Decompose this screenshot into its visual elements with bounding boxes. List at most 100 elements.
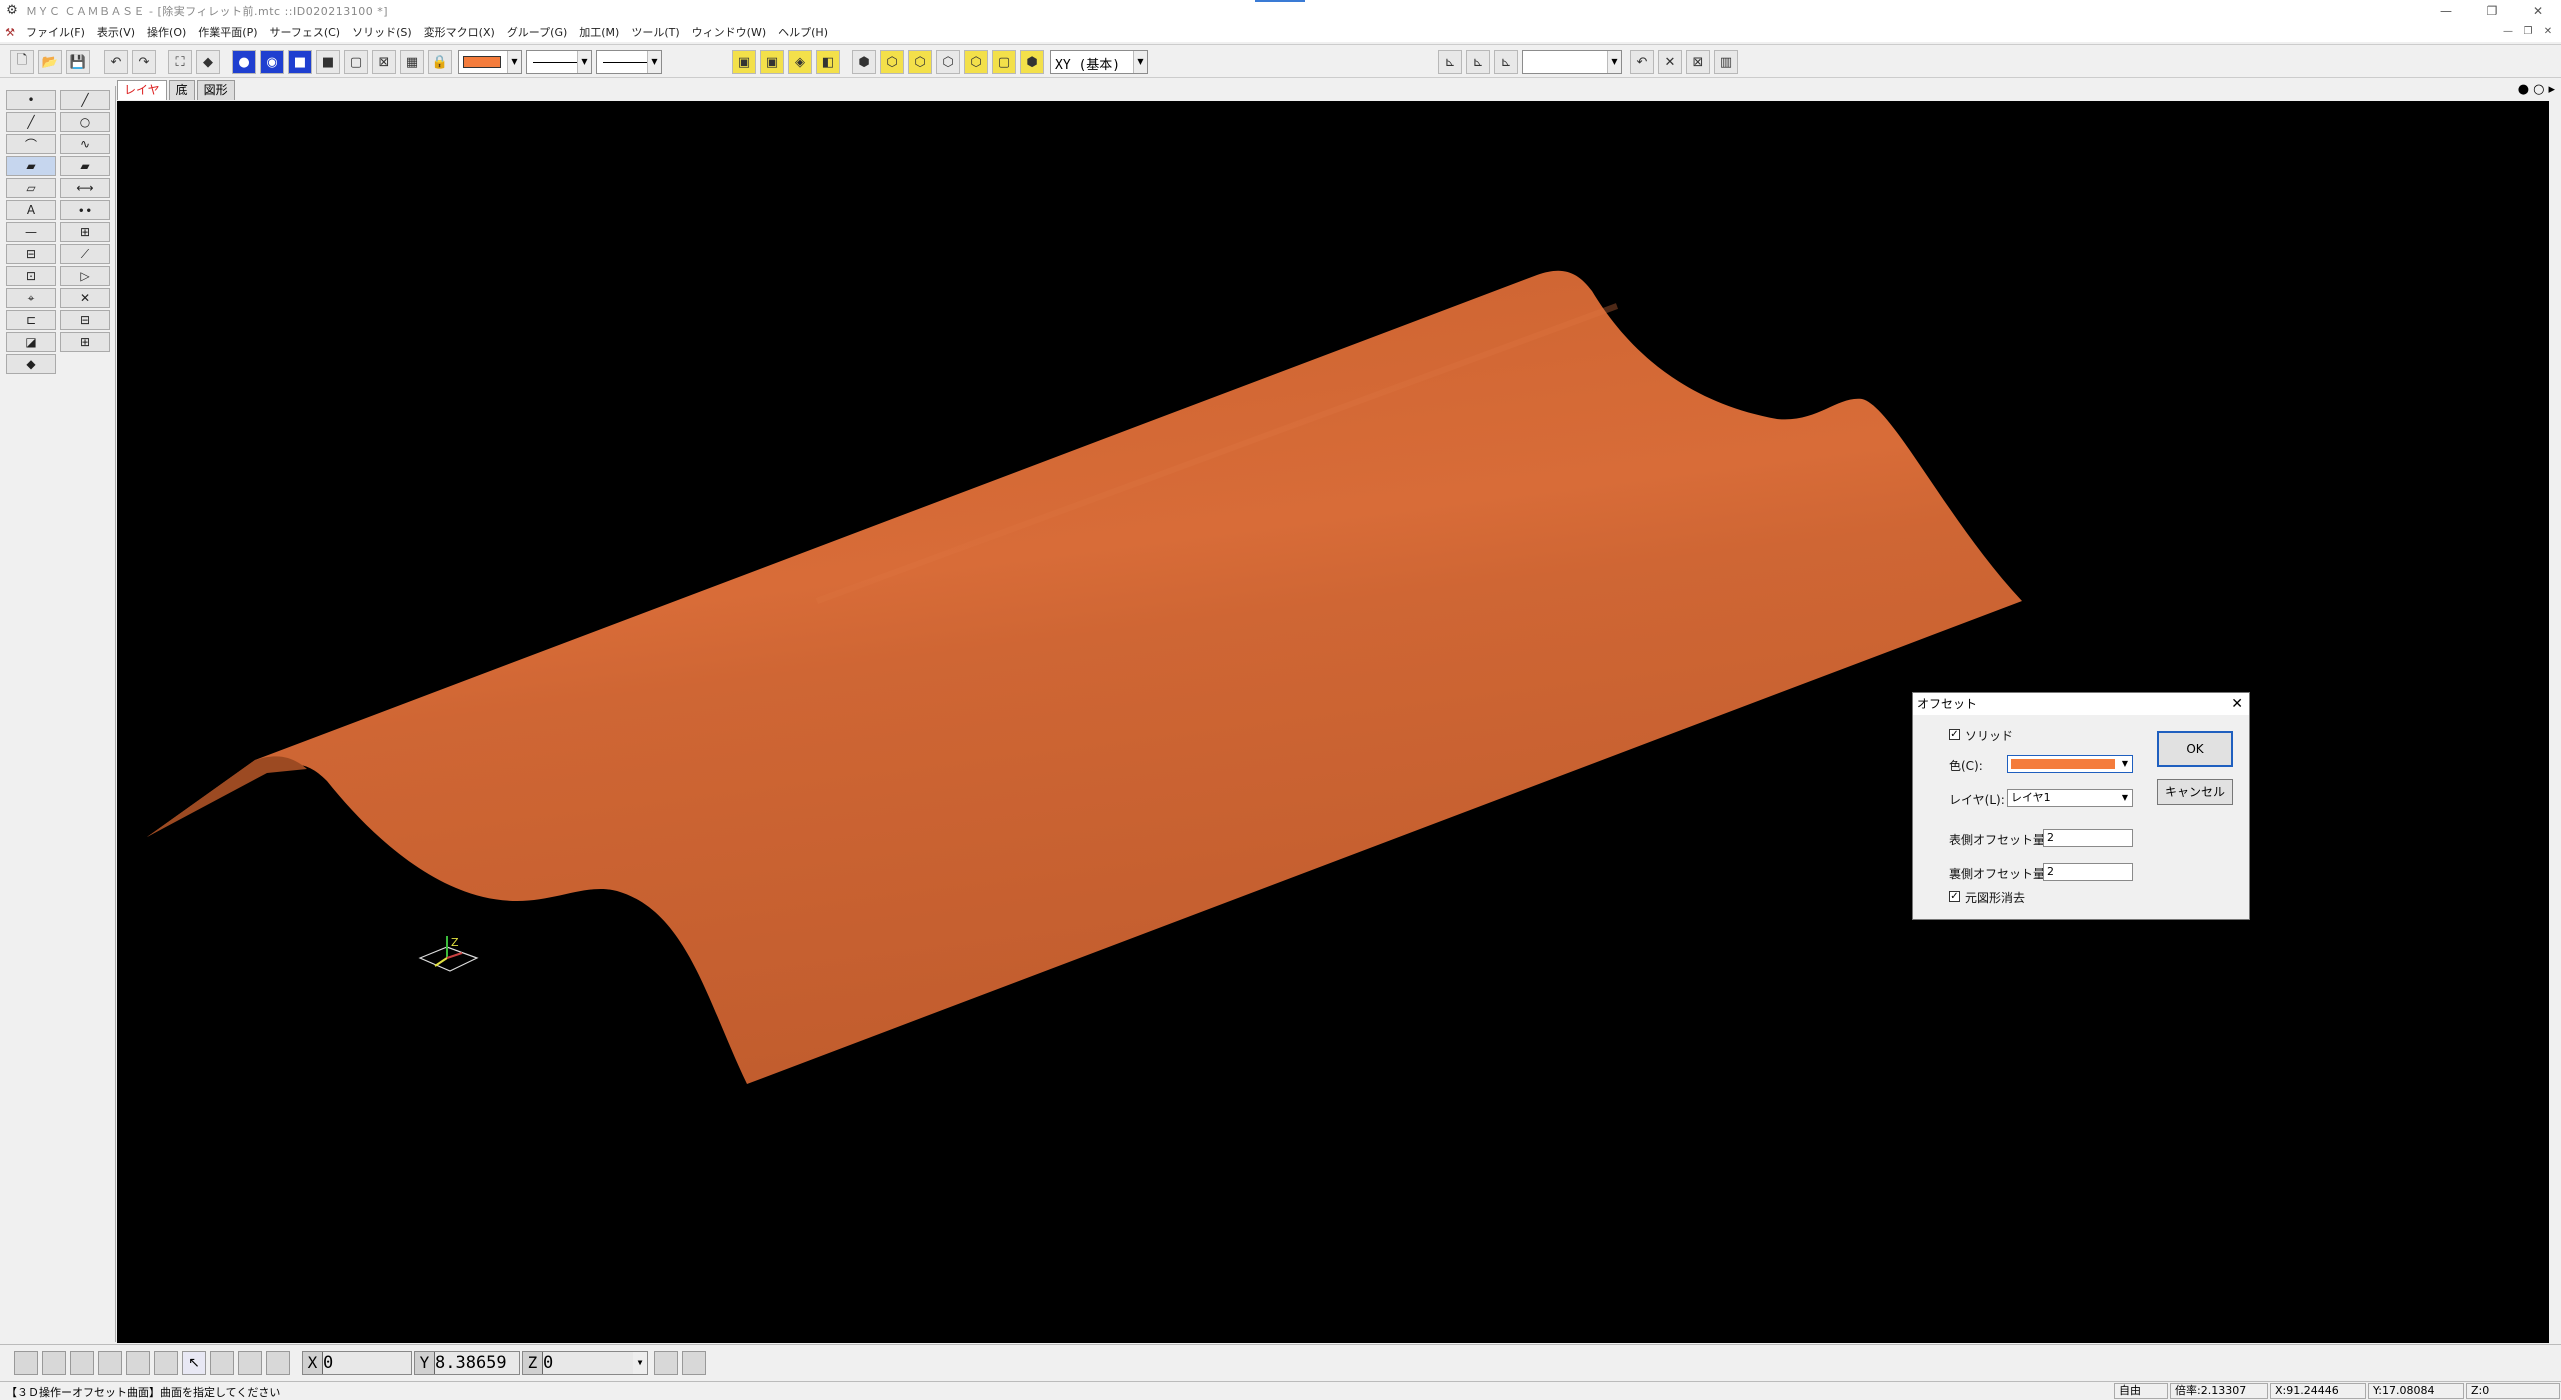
back-offset-input[interactable]: 2 xyxy=(2043,863,2133,881)
redo-icon[interactable]: ↷ xyxy=(132,50,156,74)
menu-view[interactable]: 表示(V) xyxy=(91,24,141,40)
back-icon[interactable]: ↶ xyxy=(1630,50,1654,74)
color-select[interactable]: ▼ xyxy=(2007,755,2133,773)
line-type-combo[interactable]: ▼ xyxy=(526,50,592,74)
lock-icon[interactable]: 🔒 xyxy=(428,50,452,74)
color-combo[interactable]: ▼ xyxy=(458,50,522,74)
open-file-icon[interactable]: 📂 xyxy=(38,50,62,74)
menu-deform-macro[interactable]: 変形マクロ(X) xyxy=(418,24,501,40)
dialog-close-icon[interactable]: ✕ xyxy=(2231,693,2243,715)
front-offset-input[interactable]: 2 xyxy=(2043,829,2133,847)
dimension-tool-icon[interactable]: ⟷ xyxy=(60,178,110,198)
delete-all-icon[interactable]: ⊠ xyxy=(1686,50,1710,74)
menu-group[interactable]: グループ(G) xyxy=(501,24,573,40)
trim-tool-icon[interactable]: ⟋ xyxy=(60,244,110,264)
menu-surface[interactable]: サーフェス(C) xyxy=(264,24,347,40)
plane-combo[interactable]: XY (基本) ▼ xyxy=(1050,50,1148,74)
view-side-icon[interactable]: ⬡ xyxy=(908,50,932,74)
z-coord-field[interactable]: Z0 ▼ xyxy=(522,1351,648,1375)
x-coord-field[interactable]: X0 xyxy=(302,1351,412,1375)
tab-shape[interactable]: 図形 xyxy=(196,80,235,100)
chain-tool-icon[interactable]: ∙∙ xyxy=(60,200,110,220)
menu-operation[interactable]: 操作(O) xyxy=(141,24,192,40)
view-cube-icon[interactable]: ⬢ xyxy=(1020,50,1044,74)
solid-checkbox[interactable]: ✓ xyxy=(1949,729,1960,740)
coord-apply-icon[interactable] xyxy=(654,1351,678,1375)
surface-tool-icon[interactable]: ▰ xyxy=(6,156,56,176)
delete-original-checkbox[interactable]: ✓ xyxy=(1949,891,1960,902)
solid-tool-icon[interactable]: ▱ xyxy=(6,178,56,198)
measure-icon[interactable]: ▥ xyxy=(1714,50,1738,74)
view-iso-icon[interactable]: ⬢ xyxy=(852,50,876,74)
layer-select[interactable]: レイヤ1 ▼ xyxy=(2007,789,2133,807)
empty-circle-icon[interactable]: ○ xyxy=(2533,82,2544,97)
black-box-icon[interactable]: ■ xyxy=(316,50,340,74)
array-tool-icon[interactable]: ⊟ xyxy=(60,310,110,330)
restore-button[interactable]: ❐ xyxy=(2469,0,2515,22)
tab-base[interactable]: 底 xyxy=(168,80,195,100)
menu-tools[interactable]: ツール(T) xyxy=(625,24,685,40)
coord-reset-icon[interactable] xyxy=(682,1351,706,1375)
view-plane-icon[interactable]: ▢ xyxy=(992,50,1016,74)
menu-machining[interactable]: 加工(M) xyxy=(573,24,625,40)
view-rotate-icon[interactable]: ⬡ xyxy=(964,50,988,74)
erase-tool-icon[interactable]: ✕ xyxy=(60,288,110,308)
workplane-2-icon[interactable]: ▣ xyxy=(760,50,784,74)
coord-system-1-icon[interactable]: ⊾ xyxy=(1438,50,1462,74)
view-top-icon[interactable]: ⬡ xyxy=(936,50,960,74)
snap-mode-10-icon[interactable] xyxy=(266,1351,290,1375)
coord-system-3-icon[interactable]: ⊾ xyxy=(1494,50,1518,74)
material-tool-icon[interactable]: ◆ xyxy=(6,354,56,374)
block-tool-icon[interactable]: ⊡ xyxy=(6,266,56,286)
vertical-scrollbar[interactable] xyxy=(2549,101,2561,1343)
save-file-icon[interactable]: 💾 xyxy=(66,50,90,74)
text-tool-icon[interactable]: A xyxy=(6,200,56,220)
mirror-tool-icon[interactable]: ◪ xyxy=(6,332,56,352)
y-coord-field[interactable]: Y 8.38659 xyxy=(414,1351,520,1375)
hatch-tool-icon[interactable]: — xyxy=(6,222,56,242)
frame-tool-icon[interactable]: ⊟ xyxy=(6,244,56,264)
measure-tool-icon[interactable]: ⊏ xyxy=(6,310,56,330)
snap-mode-2-icon[interactable] xyxy=(42,1351,66,1375)
mdi-minimize-button[interactable]: — xyxy=(2499,24,2517,40)
fit-view-icon[interactable]: ⛶ xyxy=(168,50,192,74)
close-button[interactable]: ✕ xyxy=(2515,0,2561,22)
dialog-title-bar[interactable]: オフセット ✕ xyxy=(1913,693,2249,715)
shade-mode-icon[interactable]: ● xyxy=(232,50,256,74)
workplane-3-icon[interactable]: ◈ xyxy=(788,50,812,74)
hidden-line-icon[interactable]: ⊠ xyxy=(372,50,396,74)
menu-workplane[interactable]: 作業平面(P) xyxy=(192,24,263,40)
ruler-tool-icon[interactable]: ⊞ xyxy=(60,222,110,242)
copy-tool-icon[interactable]: ⊞ xyxy=(60,332,110,352)
snap-mode-9-icon[interactable] xyxy=(238,1351,262,1375)
menu-solid[interactable]: ソリッド(S) xyxy=(346,24,418,40)
cursor-snap-icon[interactable]: ↖ xyxy=(182,1351,206,1375)
circle-tool-icon[interactable]: ○ xyxy=(60,112,110,132)
line2-tool-icon[interactable]: ╱ xyxy=(6,112,56,132)
ok-button[interactable]: OK xyxy=(2157,731,2233,767)
chevron-down-icon[interactable]: ▼ xyxy=(633,1352,647,1374)
snap-tool-icon[interactable]: ⌖ xyxy=(6,288,56,308)
coord-system-2-icon[interactable]: ⊾ xyxy=(1466,50,1490,74)
undo-icon[interactable]: ↶ xyxy=(104,50,128,74)
new-file-icon[interactable]: 🗋 xyxy=(10,50,34,74)
menu-help[interactable]: ヘルプ(H) xyxy=(772,24,834,40)
grid-icon[interactable]: ▦ xyxy=(400,50,424,74)
mdi-restore-button[interactable]: ❐ xyxy=(2519,24,2537,40)
layer-icon[interactable]: ◆ xyxy=(196,50,220,74)
document-icon[interactable]: ⚒ xyxy=(0,26,20,39)
mdi-close-button[interactable]: ✕ xyxy=(2539,24,2557,40)
menu-file[interactable]: ファイル(F) xyxy=(20,24,91,40)
wire-box-icon[interactable]: ▢ xyxy=(344,50,368,74)
line-tool-icon[interactable]: ╱ xyxy=(60,90,110,110)
snap-mode-5-icon[interactable] xyxy=(126,1351,150,1375)
view-front-icon[interactable]: ⬡ xyxy=(880,50,904,74)
arc-tool-icon[interactable]: ⌒ xyxy=(6,134,56,154)
snap-mode-3-icon[interactable] xyxy=(70,1351,94,1375)
cancel-button[interactable]: キャンセル xyxy=(2157,779,2233,805)
coord-system-combo[interactable]: ▼ xyxy=(1522,50,1622,74)
tab-layer[interactable]: レイヤ xyxy=(117,80,167,100)
snap-mode-1-icon[interactable] xyxy=(14,1351,38,1375)
point-tool-icon[interactable]: • xyxy=(6,90,56,110)
render-mode-icon[interactable]: ◉ xyxy=(260,50,284,74)
